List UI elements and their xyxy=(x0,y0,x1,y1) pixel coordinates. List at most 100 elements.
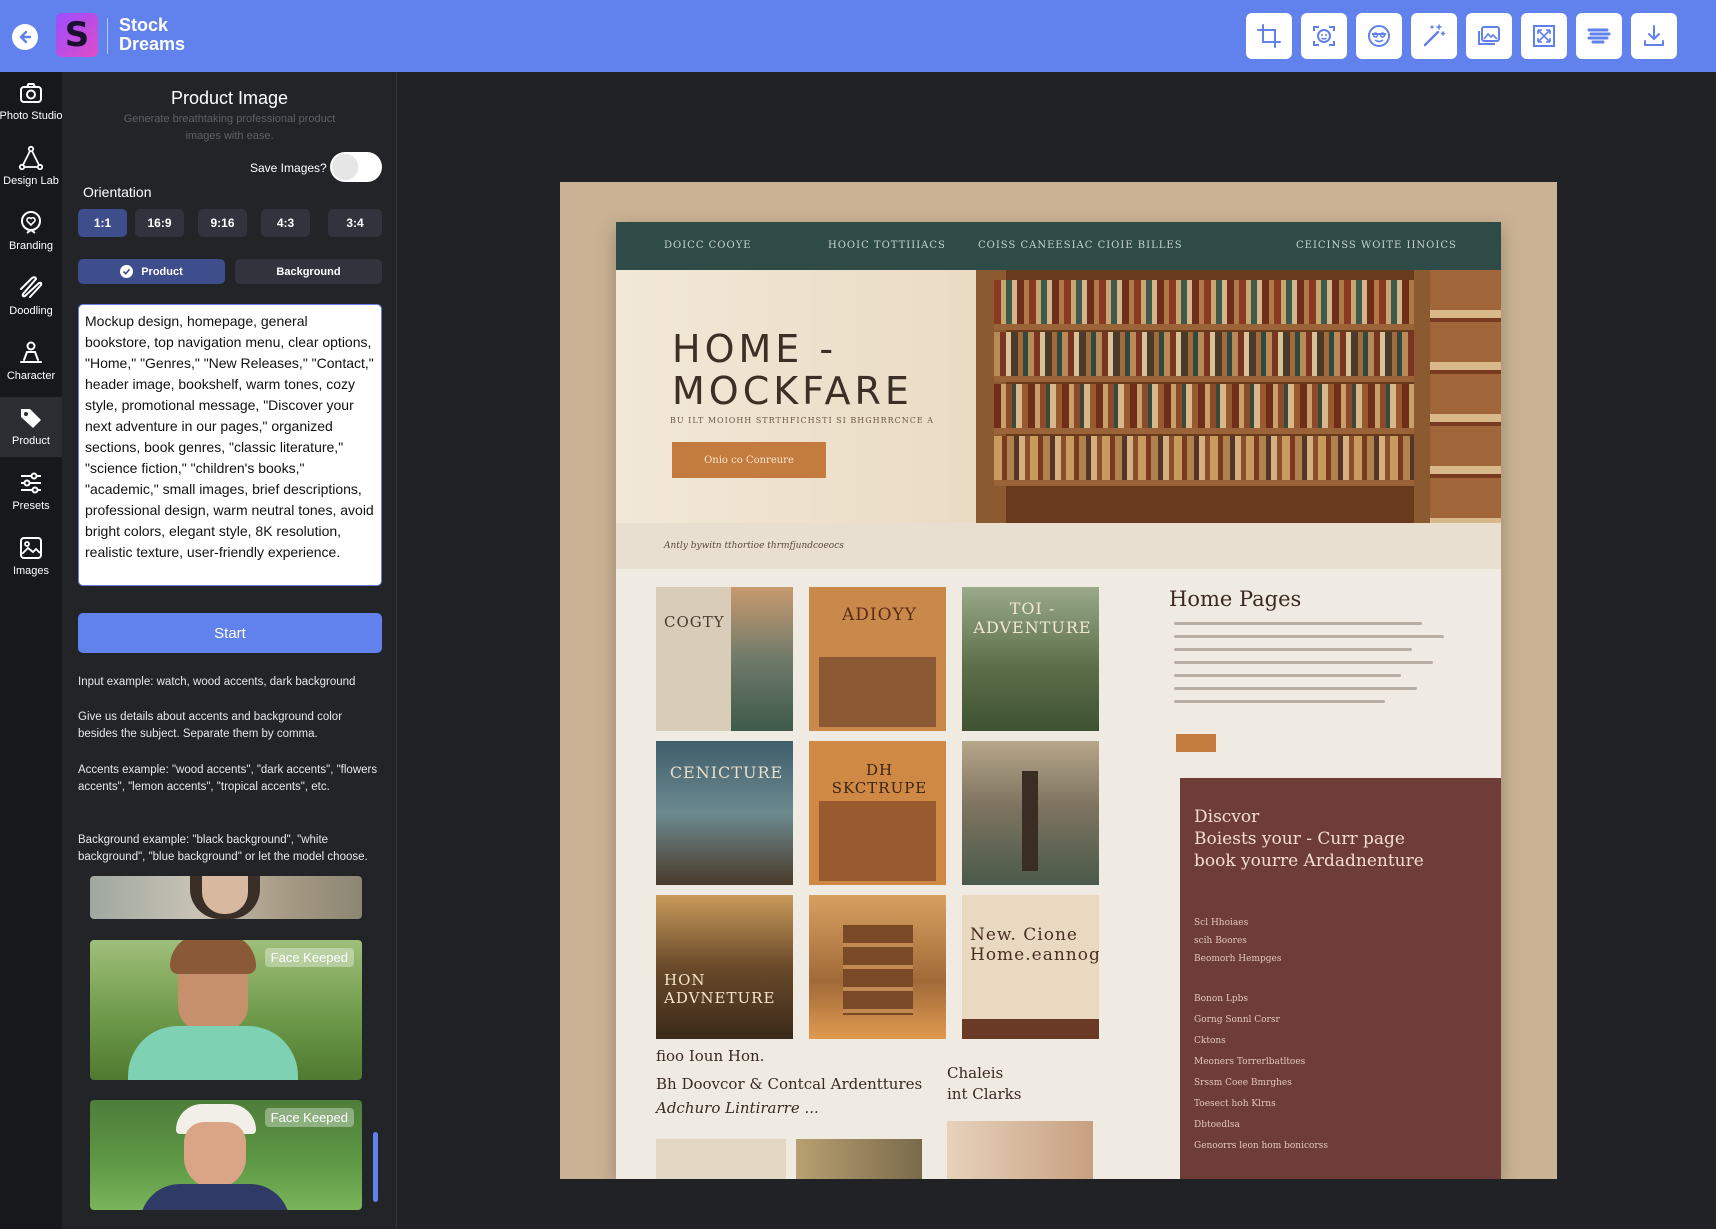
panel-scrollbar[interactable] xyxy=(373,1132,378,1202)
mockup-promo-item: Meoners Torrerlbatltoes xyxy=(1194,1057,1306,1067)
brand-name: Stock Dreams xyxy=(119,16,185,54)
gallery-button[interactable] xyxy=(1466,13,1512,59)
nav-item-character[interactable]: Character xyxy=(0,332,62,392)
mockup-book: New. Cione Home.eannoge xyxy=(962,895,1099,1039)
thumbnail-list: Face Keeped Face Keeped xyxy=(62,876,396,1229)
mockup-promo-item: Dbtoedlsa xyxy=(1194,1120,1240,1130)
face-swap-button[interactable] xyxy=(1356,13,1402,59)
mockup-promo-item: Scl Hhoiaes xyxy=(1194,918,1249,928)
mockup-bottom-thumb xyxy=(656,1139,786,1179)
mockup-hero: HOME - MOCKFARE BU ILT MOIOHH STRTHFICHS… xyxy=(616,270,1501,523)
face-keeped-badge: Face Keeped xyxy=(264,948,354,967)
nav-item-images[interactable]: Images xyxy=(0,527,62,587)
mockup-book: ADIOYY xyxy=(809,587,946,731)
mockup-promo-title: Discvor Boiests your - Curr page book yo… xyxy=(1194,807,1424,871)
mode-background-button[interactable]: Background xyxy=(235,259,382,284)
mockup-book-title: HON ADVNETURE xyxy=(664,971,776,1007)
mockup-book: CENICTURE xyxy=(656,741,793,885)
app-logo[interactable]: S xyxy=(56,13,98,57)
top-bar: S Stock Dreams xyxy=(0,0,1716,72)
save-images-label: Save Images? xyxy=(250,161,327,175)
arrow-left-icon xyxy=(19,30,32,44)
nav-item-doodling[interactable]: Doodling xyxy=(0,267,62,327)
logo-divider xyxy=(107,18,108,54)
nav-item-branding[interactable]: Branding xyxy=(0,202,62,262)
nav-label: Branding xyxy=(8,240,54,252)
mockup-nav-item: DOICC COOYE xyxy=(664,240,752,251)
vector-pen-icon xyxy=(18,145,44,171)
thumbnail-image[interactable] xyxy=(90,876,362,919)
download-icon xyxy=(1644,25,1664,46)
help-details: Give us details about accents and backgr… xyxy=(78,711,343,740)
mockup-book-title: CENICTURE xyxy=(669,763,784,782)
toggle-knob xyxy=(333,155,357,179)
orientation-4-3[interactable]: 4:3 xyxy=(261,209,310,237)
thumbnail-image[interactable]: Face Keeped xyxy=(90,1100,362,1210)
mockup-bottom-text: Chaleis xyxy=(947,1064,1004,1082)
mockup-bottom-text: Adchuro Lintirarre ... xyxy=(656,1099,819,1117)
settings-panel: Product Image Generate breathtaking prof… xyxy=(62,72,397,1229)
nav-label: Product xyxy=(12,435,50,447)
crop-icon xyxy=(1257,24,1281,48)
mockup-promo-item: Gorng Sonnl Corsr xyxy=(1194,1015,1280,1025)
mockup-promo-item: Bonon Lpbs xyxy=(1194,994,1249,1004)
mockup-promo-item: Cktons xyxy=(1194,1036,1226,1046)
logo-letter: S xyxy=(64,15,90,55)
mockup-promo-item: Genoorrs leon hom bonicorss xyxy=(1194,1141,1328,1151)
mockup-book xyxy=(809,895,946,1039)
start-button[interactable]: Start xyxy=(78,613,382,653)
mockup-book: DH SKCTRUPE xyxy=(809,741,946,885)
brush-button[interactable] xyxy=(1576,13,1622,59)
mockup-book xyxy=(962,741,1099,885)
nav-label: Design Lab xyxy=(3,175,59,187)
orientation-9-16[interactable]: 9:16 xyxy=(198,209,247,237)
nav-label: Images xyxy=(12,565,50,577)
mockup-text-lines xyxy=(1174,622,1444,713)
mockup-promo-item: Beomorh Hempges xyxy=(1194,954,1282,964)
download-button[interactable] xyxy=(1631,13,1677,59)
nav-item-photo-studio[interactable]: Photo Studio xyxy=(0,72,63,132)
mockup-hero-button: Onio co Conreure xyxy=(672,442,826,478)
expand-button[interactable] xyxy=(1521,13,1567,59)
check-circle-icon xyxy=(120,265,134,278)
mockup-book-title: New. Cione Home.eannoge xyxy=(970,925,1099,965)
magic-wand-button[interactable] xyxy=(1411,13,1457,59)
face-scan-icon xyxy=(1313,26,1335,46)
mockup-bottom-text: Bh Doovcor & Contcal Ardenttures xyxy=(656,1075,923,1093)
help-accents: Accents example: "wood accents", "dark a… xyxy=(78,764,378,793)
prompt-input[interactable]: Mockup design, homepage, general booksto… xyxy=(78,304,382,586)
orientation-3-4[interactable]: 3:4 xyxy=(328,209,382,237)
back-button[interactable] xyxy=(12,24,38,50)
mockup-nav: DOICC COOYE HOOIC TOTTIIIACS COISS CANEE… xyxy=(616,222,1501,270)
bookshelf-illustration xyxy=(976,270,1501,523)
generated-image[interactable]: DOICC COOYE HOOIC TOTTIIIACS COISS CANEE… xyxy=(560,182,1557,1179)
nav-label: Photo Studio xyxy=(0,110,63,122)
image-icon xyxy=(20,537,42,559)
nav-item-design-lab[interactable]: Design Lab xyxy=(0,137,62,197)
mockup-promo-item: Srssm Coee Bmrghes xyxy=(1194,1078,1292,1088)
nav-item-presets[interactable]: Presets xyxy=(0,462,62,522)
mode-product-button[interactable]: Product xyxy=(78,259,225,284)
mockup-book-title: DH SKCTRUPE xyxy=(831,761,928,797)
canvas-area: DOICC COOYE HOOIC TOTTIIIACS COISS CANEE… xyxy=(397,72,1716,1229)
mockup-promo-item: scih Boores xyxy=(1194,936,1247,946)
nav-item-product[interactable]: Product xyxy=(0,397,62,457)
thumbnail-image[interactable]: Face Keeped xyxy=(90,940,362,1080)
orientation-16-9[interactable]: 16:9 xyxy=(135,209,184,237)
mockup-book: HON ADVNETURE xyxy=(656,895,793,1039)
tag-icon xyxy=(21,409,41,428)
face-scan-button[interactable] xyxy=(1301,13,1347,59)
orientation-1-1[interactable]: 1:1 xyxy=(78,209,127,237)
save-images-toggle[interactable] xyxy=(330,152,382,182)
help-background: Background example: "black background", … xyxy=(78,834,368,863)
crop-button[interactable] xyxy=(1246,13,1292,59)
panel-title: Product Image xyxy=(170,88,289,108)
mode-label: Background xyxy=(276,265,341,278)
magic-wand-icon xyxy=(1423,24,1446,47)
mockup-small-button xyxy=(1176,734,1216,752)
scribble-icon xyxy=(20,276,43,298)
mockup-nav-item: COISS CANEESIAC CIOIE BILLES xyxy=(978,240,1183,251)
mockup-book-title: TOI - ADVENTURE xyxy=(973,599,1092,637)
nav-label: Character xyxy=(6,370,56,382)
left-nav: Photo Studio Design Lab Branding Doodlin… xyxy=(0,72,63,1229)
